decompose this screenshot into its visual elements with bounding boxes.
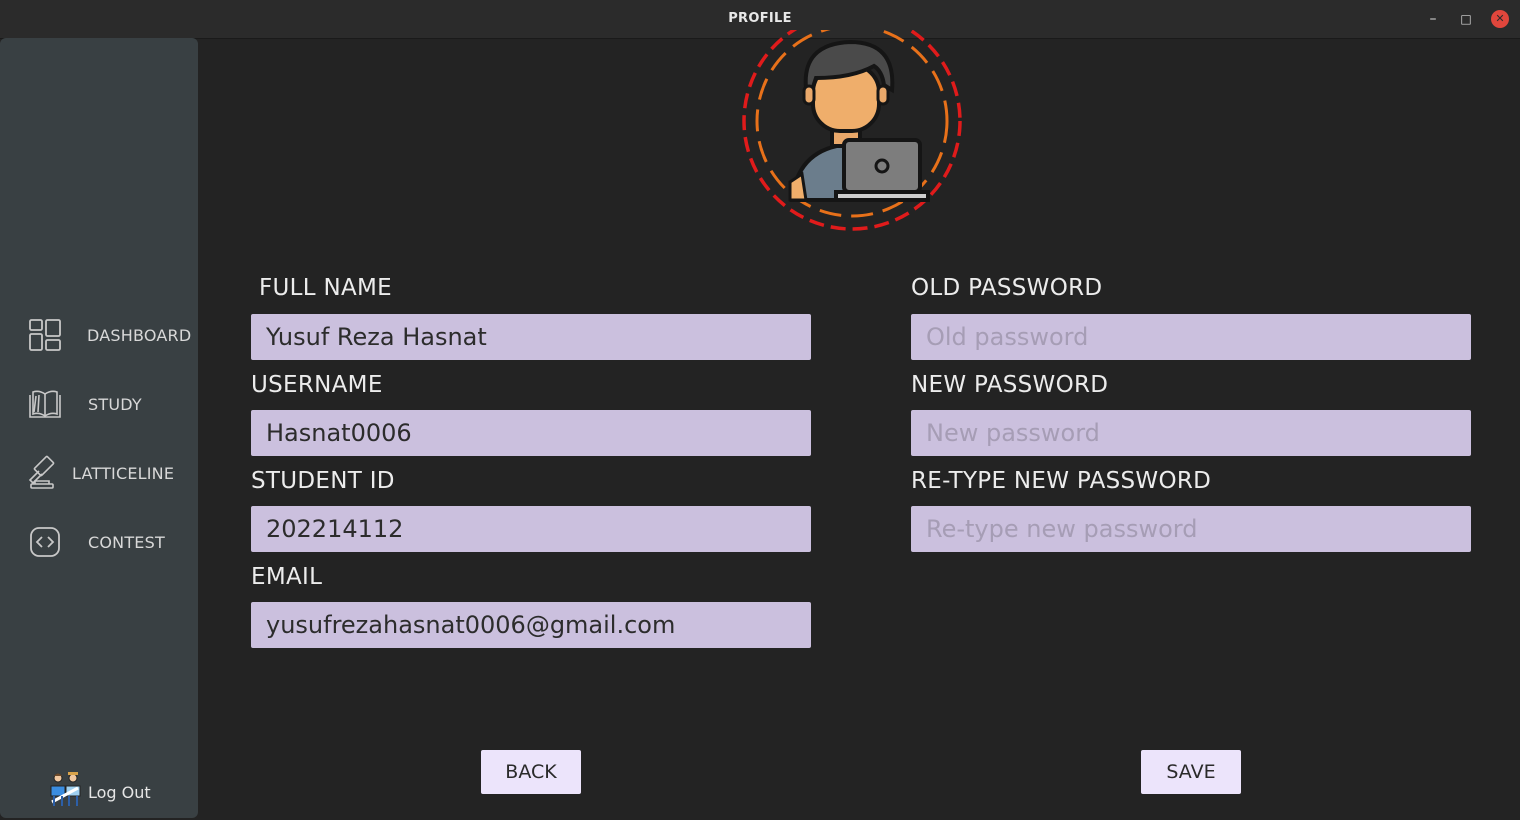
avatar	[740, 30, 964, 232]
username-label: USERNAME	[251, 372, 383, 398]
logout-button[interactable]: Log Out	[46, 772, 151, 812]
dashboard-icon	[26, 316, 64, 354]
old-password-label: OLD PASSWORD	[911, 275, 1103, 301]
gavel-icon	[26, 454, 64, 492]
retype-password-field[interactable]	[911, 506, 1471, 552]
window-title: PROFILE	[728, 11, 792, 26]
save-button[interactable]: SAVE	[1141, 750, 1241, 794]
maximize-icon[interactable]: □	[1457, 10, 1475, 28]
sidebar-item-label: CONTEST	[88, 532, 165, 552]
minimize-icon[interactable]: –	[1424, 10, 1442, 28]
sidebar-item-study[interactable]: STUDY	[26, 384, 196, 424]
full-name-label: FULL NAME	[259, 275, 393, 301]
sidebar-item-label: STUDY	[88, 394, 142, 414]
student-id-label: STUDENT ID	[251, 468, 395, 494]
retype-password-label: RE-TYPE NEW PASSWORD	[911, 468, 1212, 494]
new-password-field[interactable]	[911, 410, 1471, 456]
full-name-field[interactable]	[251, 314, 811, 360]
sidebar-item-contest[interactable]: CONTEST	[26, 522, 196, 562]
close-icon[interactable]: ✕	[1491, 10, 1509, 28]
sidebar-item-latticeline[interactable]: LATTICELINE	[26, 453, 196, 493]
code-icon	[26, 523, 64, 561]
email-field[interactable]	[251, 602, 811, 648]
sidebar: DASHBOARD STUDY LATTICELINE CONTEST Log …	[0, 38, 198, 818]
logout-label: Log Out	[88, 782, 151, 802]
logout-people-icon	[46, 772, 84, 812]
old-password-field[interactable]	[911, 314, 1471, 360]
new-password-label: NEW PASSWORD	[911, 372, 1109, 398]
back-button[interactable]: BACK	[481, 750, 581, 794]
student-id-field[interactable]	[251, 506, 811, 552]
book-icon	[26, 385, 64, 423]
sidebar-item-dashboard[interactable]: DASHBOARD	[26, 315, 196, 355]
sidebar-item-label: DASHBOARD	[87, 325, 192, 345]
username-field[interactable]	[251, 410, 811, 456]
sidebar-item-label: LATTICELINE	[72, 463, 175, 483]
email-label: EMAIL	[251, 564, 323, 590]
